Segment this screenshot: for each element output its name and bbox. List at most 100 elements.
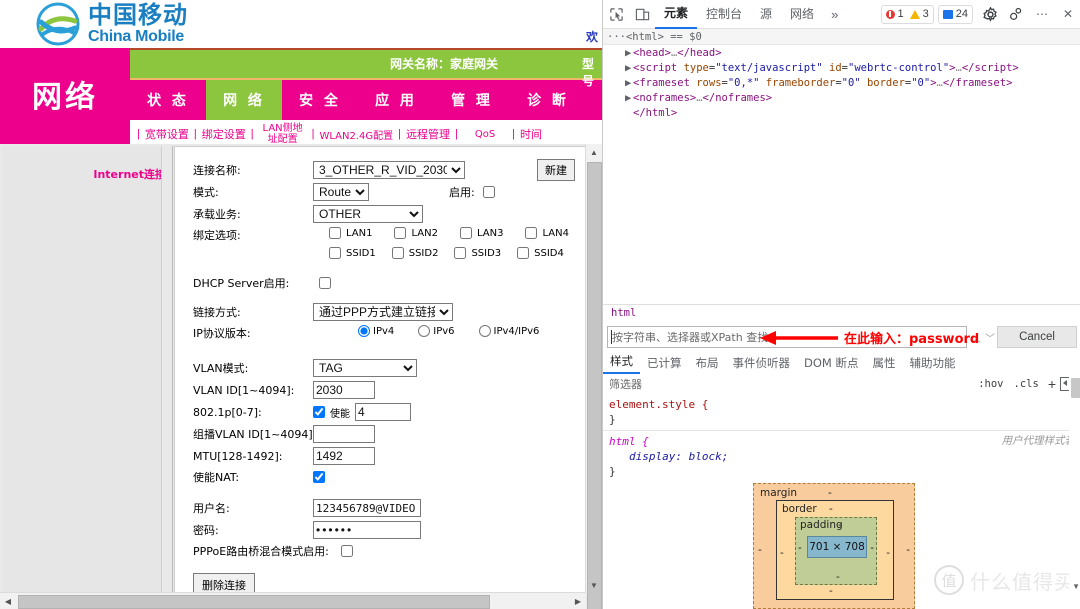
scroll-down-arrow-icon[interactable]: ▼ — [586, 577, 602, 593]
select-link-mode[interactable]: 通过PPP方式建立链接 — [313, 303, 453, 321]
margin-right-value[interactable]: - — [906, 544, 910, 556]
sub-nav-broadband[interactable]: 宽带设置 — [145, 126, 189, 142]
breadcrumb-item-html[interactable]: html — [603, 305, 644, 321]
sub-nav-time[interactable]: 时间 — [520, 126, 542, 142]
tree-item-internet-connection[interactable]: Internet连接 — [93, 166, 166, 182]
box-model-padding[interactable]: padding - - - - 701 × 708 — [795, 517, 877, 585]
toggle-class-button[interactable]: .cls — [1009, 378, 1044, 390]
box-model-content-size[interactable]: 701 × 708 — [807, 536, 867, 558]
toggle-hover-state-button[interactable]: :hov — [973, 378, 1008, 390]
new-connection-button[interactable]: 新建 — [537, 159, 575, 181]
devtools-tab-sources[interactable]: 源 — [751, 1, 781, 28]
settings-gear-icon[interactable] — [977, 1, 1003, 27]
messages-badge[interactable]: 24 — [938, 5, 973, 24]
styles-scroll-down-icon[interactable]: ▼ — [1072, 582, 1080, 591]
input-username[interactable] — [313, 499, 421, 517]
nav-tab-diagnostics[interactable]: 诊 断 — [510, 80, 586, 120]
devtools-menu-icon[interactable]: ⋯ — [1029, 1, 1055, 27]
content-hscroll-thumb[interactable] — [18, 595, 490, 609]
nav-tab-application[interactable]: 应 用 — [358, 80, 434, 120]
dom-node-noframes[interactable]: ▶<noframes>…</noframes> — [603, 91, 1080, 106]
checkbox-ssid4[interactable] — [517, 247, 529, 259]
checkbox-lan4[interactable] — [525, 227, 537, 239]
padding-left-value[interactable]: - — [798, 542, 802, 554]
expand-arrow-icon[interactable]: ▶ — [625, 91, 633, 106]
input-vlan-id[interactable] — [313, 381, 375, 399]
nav-tab-status[interactable]: 状 态 — [130, 80, 206, 120]
border-top-value[interactable]: - — [829, 503, 833, 515]
select-service[interactable]: OTHER — [313, 205, 423, 223]
checkbox-enable[interactable] — [483, 186, 495, 198]
padding-right-value[interactable]: - — [870, 542, 874, 554]
devtools-more-tabs-icon[interactable]: » — [823, 7, 846, 22]
devtools-tab-network[interactable]: 网络 — [781, 1, 823, 28]
nav-tab-management[interactable]: 管 理 — [434, 80, 510, 120]
border-bottom-value[interactable]: - — [829, 585, 833, 597]
content-vertical-scrollbar[interactable]: ▲ ▼ — [585, 144, 602, 593]
expand-arrow-icon[interactable]: ▶ — [625, 61, 633, 76]
pane-tab-dom-breakpoints[interactable]: DOM 断点 — [797, 352, 865, 374]
pane-tab-accessibility[interactable]: 辅助功能 — [902, 352, 962, 374]
issues-badge[interactable]: 1 3 — [881, 5, 934, 24]
nav-tab-network[interactable]: 网 络 — [206, 80, 282, 120]
radio-ipv4-ipv6[interactable] — [479, 325, 491, 337]
content-horizontal-scrollbar[interactable]: ◀ ▶ — [0, 592, 586, 609]
input-multicast-vlan-id[interactable] — [313, 425, 375, 443]
pane-tab-layout[interactable]: 布局 — [689, 352, 726, 374]
styles-filter-input[interactable]: 筛选器 — [603, 376, 973, 392]
checkbox-lan3[interactable] — [460, 227, 472, 239]
sub-nav-remote[interactable]: 远程管理 — [406, 126, 450, 142]
scroll-right-arrow-icon[interactable]: ▶ — [570, 593, 586, 609]
css-rule-element-style[interactable]: element.style { } — [603, 394, 1080, 431]
devtools-tab-console[interactable]: 控制台 — [697, 1, 751, 28]
css-rule-html[interactable]: 用户代理样式表 html { display: block; } — [603, 431, 1080, 483]
input-password[interactable] — [313, 521, 421, 539]
search-next-icon[interactable]: ﹀ — [983, 330, 997, 345]
styles-pane-scrollbar[interactable]: ▼ — [1069, 374, 1080, 593]
checkbox-dhcp-server[interactable] — [319, 277, 331, 289]
search-cancel-button[interactable]: Cancel — [997, 326, 1077, 348]
nav-tab-security[interactable]: 安 全 — [282, 80, 358, 120]
scroll-left-arrow-icon[interactable]: ◀ — [0, 593, 16, 609]
input-dot1p-value[interactable] — [355, 403, 411, 421]
margin-left-value[interactable]: - — [758, 544, 762, 556]
box-model-border[interactable]: border - - - - padding - - - - 701 × 708 — [776, 500, 894, 600]
dom-node-script[interactable]: ▶<script type="text/javascript" id="webr… — [603, 61, 1080, 76]
dom-node-head[interactable]: ▶<head>…</head> — [603, 46, 1080, 61]
margin-top-value[interactable]: - — [828, 487, 832, 499]
tree-pane-scrollbar[interactable] — [161, 146, 172, 593]
content-scroll-thumb[interactable] — [587, 162, 602, 609]
select-mode[interactable]: Route — [313, 183, 369, 201]
delete-connection-button[interactable]: 删除连接 — [193, 573, 255, 593]
pane-tab-event-listeners[interactable]: 事件侦听器 — [726, 352, 798, 374]
select-vlan-mode[interactable]: TAG — [313, 359, 417, 377]
device-toolbar-icon[interactable] — [629, 1, 655, 27]
sub-nav-wlan[interactable]: WLAN2.4G配置 — [319, 127, 393, 142]
expand-arrow-icon[interactable]: ▶ — [625, 76, 633, 91]
box-model-margin[interactable]: margin - - - border - - - - padding - - … — [753, 483, 915, 609]
radio-ipv4[interactable] — [358, 325, 370, 337]
devtools-close-icon[interactable]: ✕ — [1055, 1, 1080, 27]
checkbox-ssid3[interactable] — [454, 247, 466, 259]
checkbox-nat[interactable] — [313, 471, 325, 483]
expand-arrow-icon[interactable]: ▶ — [625, 46, 633, 61]
border-right-value[interactable]: - — [886, 547, 890, 559]
inspect-element-icon[interactable] — [603, 1, 629, 27]
pane-tab-styles[interactable]: 样式 — [603, 350, 640, 374]
dom-node-frameset[interactable]: ▶<frameset rows="0,*" frameborder="0" bo… — [603, 76, 1080, 91]
sub-nav-qos[interactable]: QoS — [463, 129, 507, 140]
input-mtu[interactable] — [313, 447, 375, 465]
checkbox-dot1p-enable[interactable] — [313, 406, 325, 418]
border-left-value[interactable]: - — [780, 547, 784, 559]
radio-ipv6[interactable] — [418, 325, 430, 337]
checkbox-lan2[interactable] — [394, 227, 406, 239]
pane-tab-properties[interactable]: 属性 — [865, 352, 902, 374]
css-declaration-display[interactable]: display: block; — [609, 449, 1075, 464]
padding-top-value[interactable]: - — [838, 519, 842, 531]
checkbox-lan1[interactable] — [329, 227, 341, 239]
checkbox-pppoe-mixed[interactable] — [341, 545, 353, 557]
sub-nav-binding[interactable]: 绑定设置 — [202, 126, 246, 142]
devtools-tab-elements[interactable]: 元素 — [655, 0, 697, 29]
scroll-up-arrow-icon[interactable]: ▲ — [586, 144, 602, 160]
checkbox-ssid1[interactable] — [329, 247, 341, 259]
